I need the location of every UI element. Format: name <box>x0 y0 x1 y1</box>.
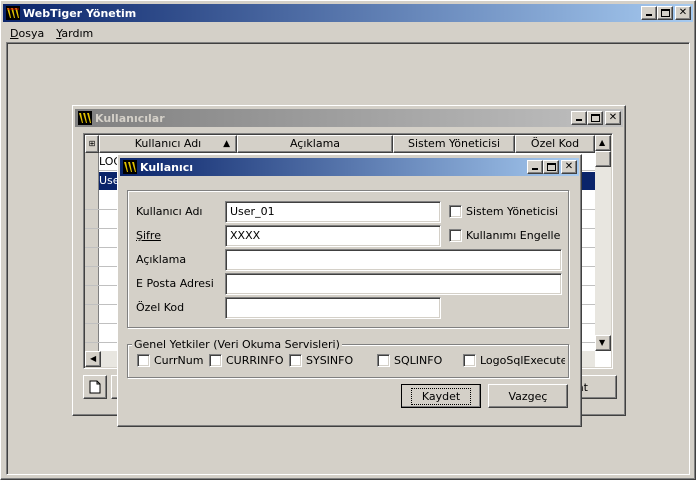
perm-checkbox-box[interactable] <box>137 354 150 367</box>
grid-header: ⊞ Kullanıcı Adı ▲ Açıklama Sistem Yöneti… <box>85 135 595 153</box>
save-button-label: Kaydet <box>410 387 472 405</box>
email-field[interactable] <box>225 273 562 295</box>
email-label: E Posta Adresi <box>136 277 214 290</box>
grid-corner[interactable]: ⊞ <box>85 135 99 153</box>
special-code-field[interactable] <box>225 297 441 319</box>
users-maximize-button[interactable] <box>587 111 603 125</box>
menubar: Dosya Yardım <box>4 24 99 42</box>
username-label: Kullanıcı Adı <box>136 205 203 218</box>
col-header-username[interactable]: Kullanıcı Adı ▲ <box>99 135 237 153</box>
new-record-button[interactable] <box>83 375 107 399</box>
app-title: WebTiger Yönetim <box>23 6 137 20</box>
perm-checkbox-currnum[interactable]: CurrNum <box>137 354 203 367</box>
perm-checkbox-sysinfo[interactable]: SYSINFO <box>289 354 353 367</box>
scroll-up-button[interactable]: ▲ <box>595 135 611 151</box>
maximize-icon <box>547 163 556 171</box>
disable-usage-checkbox[interactable]: Kullanımı Engelle <box>449 229 560 242</box>
scroll-down-icon: ▼ <box>599 338 606 347</box>
close-icon: ✕ <box>678 7 688 18</box>
perm-checkbox-logosqlexecuter[interactable]: LogoSqlExecuter <box>463 354 565 367</box>
dialog-close-button[interactable]: ✕ <box>561 160 577 174</box>
save-button[interactable]: Kaydet <box>401 384 481 408</box>
app-minimize-button[interactable] <box>641 6 657 20</box>
sysadmin-checkbox-label: Sistem Yöneticisi <box>466 205 559 218</box>
dialog-icon <box>123 160 137 174</box>
close-icon: ✕ <box>564 161 574 172</box>
users-window-title: Kullanıcılar <box>95 111 165 125</box>
disable-usage-checkbox-box[interactable] <box>449 229 462 242</box>
password-label: Şifre <box>136 229 161 242</box>
perm-checkbox-label: CURRINFO <box>226 354 284 367</box>
scroll-left-button[interactable]: ◀ <box>85 351 101 367</box>
perm-checkbox-label: CurrNum <box>154 354 204 367</box>
app-close-button[interactable]: ✕ <box>675 6 691 20</box>
cancel-button-label: Vazgeç <box>508 389 548 403</box>
col-header-sysadmin[interactable]: Sistem Yöneticisi <box>393 135 515 153</box>
app-icon <box>6 6 20 20</box>
scroll-down-button[interactable]: ▼ <box>595 335 611 351</box>
sysadmin-checkbox[interactable]: Sistem Yöneticisi <box>449 205 558 218</box>
password-field[interactable]: XXXX <box>225 225 441 247</box>
col-header-description[interactable]: Açıklama <box>237 135 393 153</box>
close-icon: ✕ <box>608 112 618 123</box>
username-field[interactable]: User_01 <box>225 201 441 223</box>
col-header-special-code[interactable]: Özel Kod <box>515 135 595 153</box>
users-titlebar[interactable]: Kullanıcılar ✕ <box>75 109 623 127</box>
user-dialog: Kullanıcı ✕ Kullanıcı Adı User_01 Şifre … <box>117 154 582 427</box>
perm-checkbox-box[interactable] <box>289 354 302 367</box>
maximize-icon <box>661 9 670 17</box>
sort-up-icon: ▲ <box>223 139 230 149</box>
dialog-minimize-button[interactable] <box>527 160 543 174</box>
perm-checkbox-box[interactable] <box>463 354 476 367</box>
perm-checkbox-box[interactable] <box>377 354 390 367</box>
permissions-group-title: Genel Yetkiler (Veri Okuma Servisleri) <box>132 338 342 351</box>
app-maximize-button[interactable] <box>657 6 673 20</box>
minimize-icon <box>646 14 652 16</box>
sysadmin-checkbox-box[interactable] <box>449 205 462 218</box>
users-minimize-button[interactable] <box>571 111 587 125</box>
special-code-label: Özel Kod <box>136 301 185 314</box>
description-field[interactable] <box>225 249 562 271</box>
user-dialog-title: Kullanıcı <box>140 160 194 174</box>
menu-dosya[interactable]: Dosya <box>4 27 50 40</box>
app-titlebar[interactable]: WebTiger Yönetim ✕ <box>3 4 693 22</box>
perm-checkbox-label: SYSINFO <box>306 354 354 367</box>
dialog-maximize-button[interactable] <box>543 160 559 174</box>
menu-yardim[interactable]: Yardım <box>50 27 99 40</box>
users-window-icon <box>78 111 92 125</box>
user-dialog-titlebar[interactable]: Kullanıcı ✕ <box>120 158 579 176</box>
perm-checkbox-box[interactable] <box>209 354 222 367</box>
description-label: Açıklama <box>136 253 187 266</box>
perm-checkbox-label: SQLINFO <box>394 354 443 367</box>
perm-checkbox-sqlinfo[interactable]: SQLINFO <box>377 354 442 367</box>
minimize-icon <box>532 168 538 170</box>
disable-usage-checkbox-label: Kullanımı Engelle <box>466 229 561 242</box>
new-document-icon <box>89 380 101 394</box>
perm-checkbox-currinfo[interactable]: CURRINFO <box>209 354 283 367</box>
scroll-up-icon: ▲ <box>599 138 606 147</box>
minimize-icon <box>576 119 582 121</box>
maximize-icon <box>591 114 600 122</box>
scroll-left-icon: ◀ <box>90 354 97 363</box>
grid-vscrollbar[interactable]: ▲ ▼ <box>595 135 611 351</box>
users-close-button[interactable]: ✕ <box>605 111 621 125</box>
perm-checkbox-label: LogoSqlExecuter <box>480 354 565 367</box>
scroll-thumb[interactable] <box>595 151 611 167</box>
cancel-button[interactable]: Vazgeç <box>488 384 568 408</box>
